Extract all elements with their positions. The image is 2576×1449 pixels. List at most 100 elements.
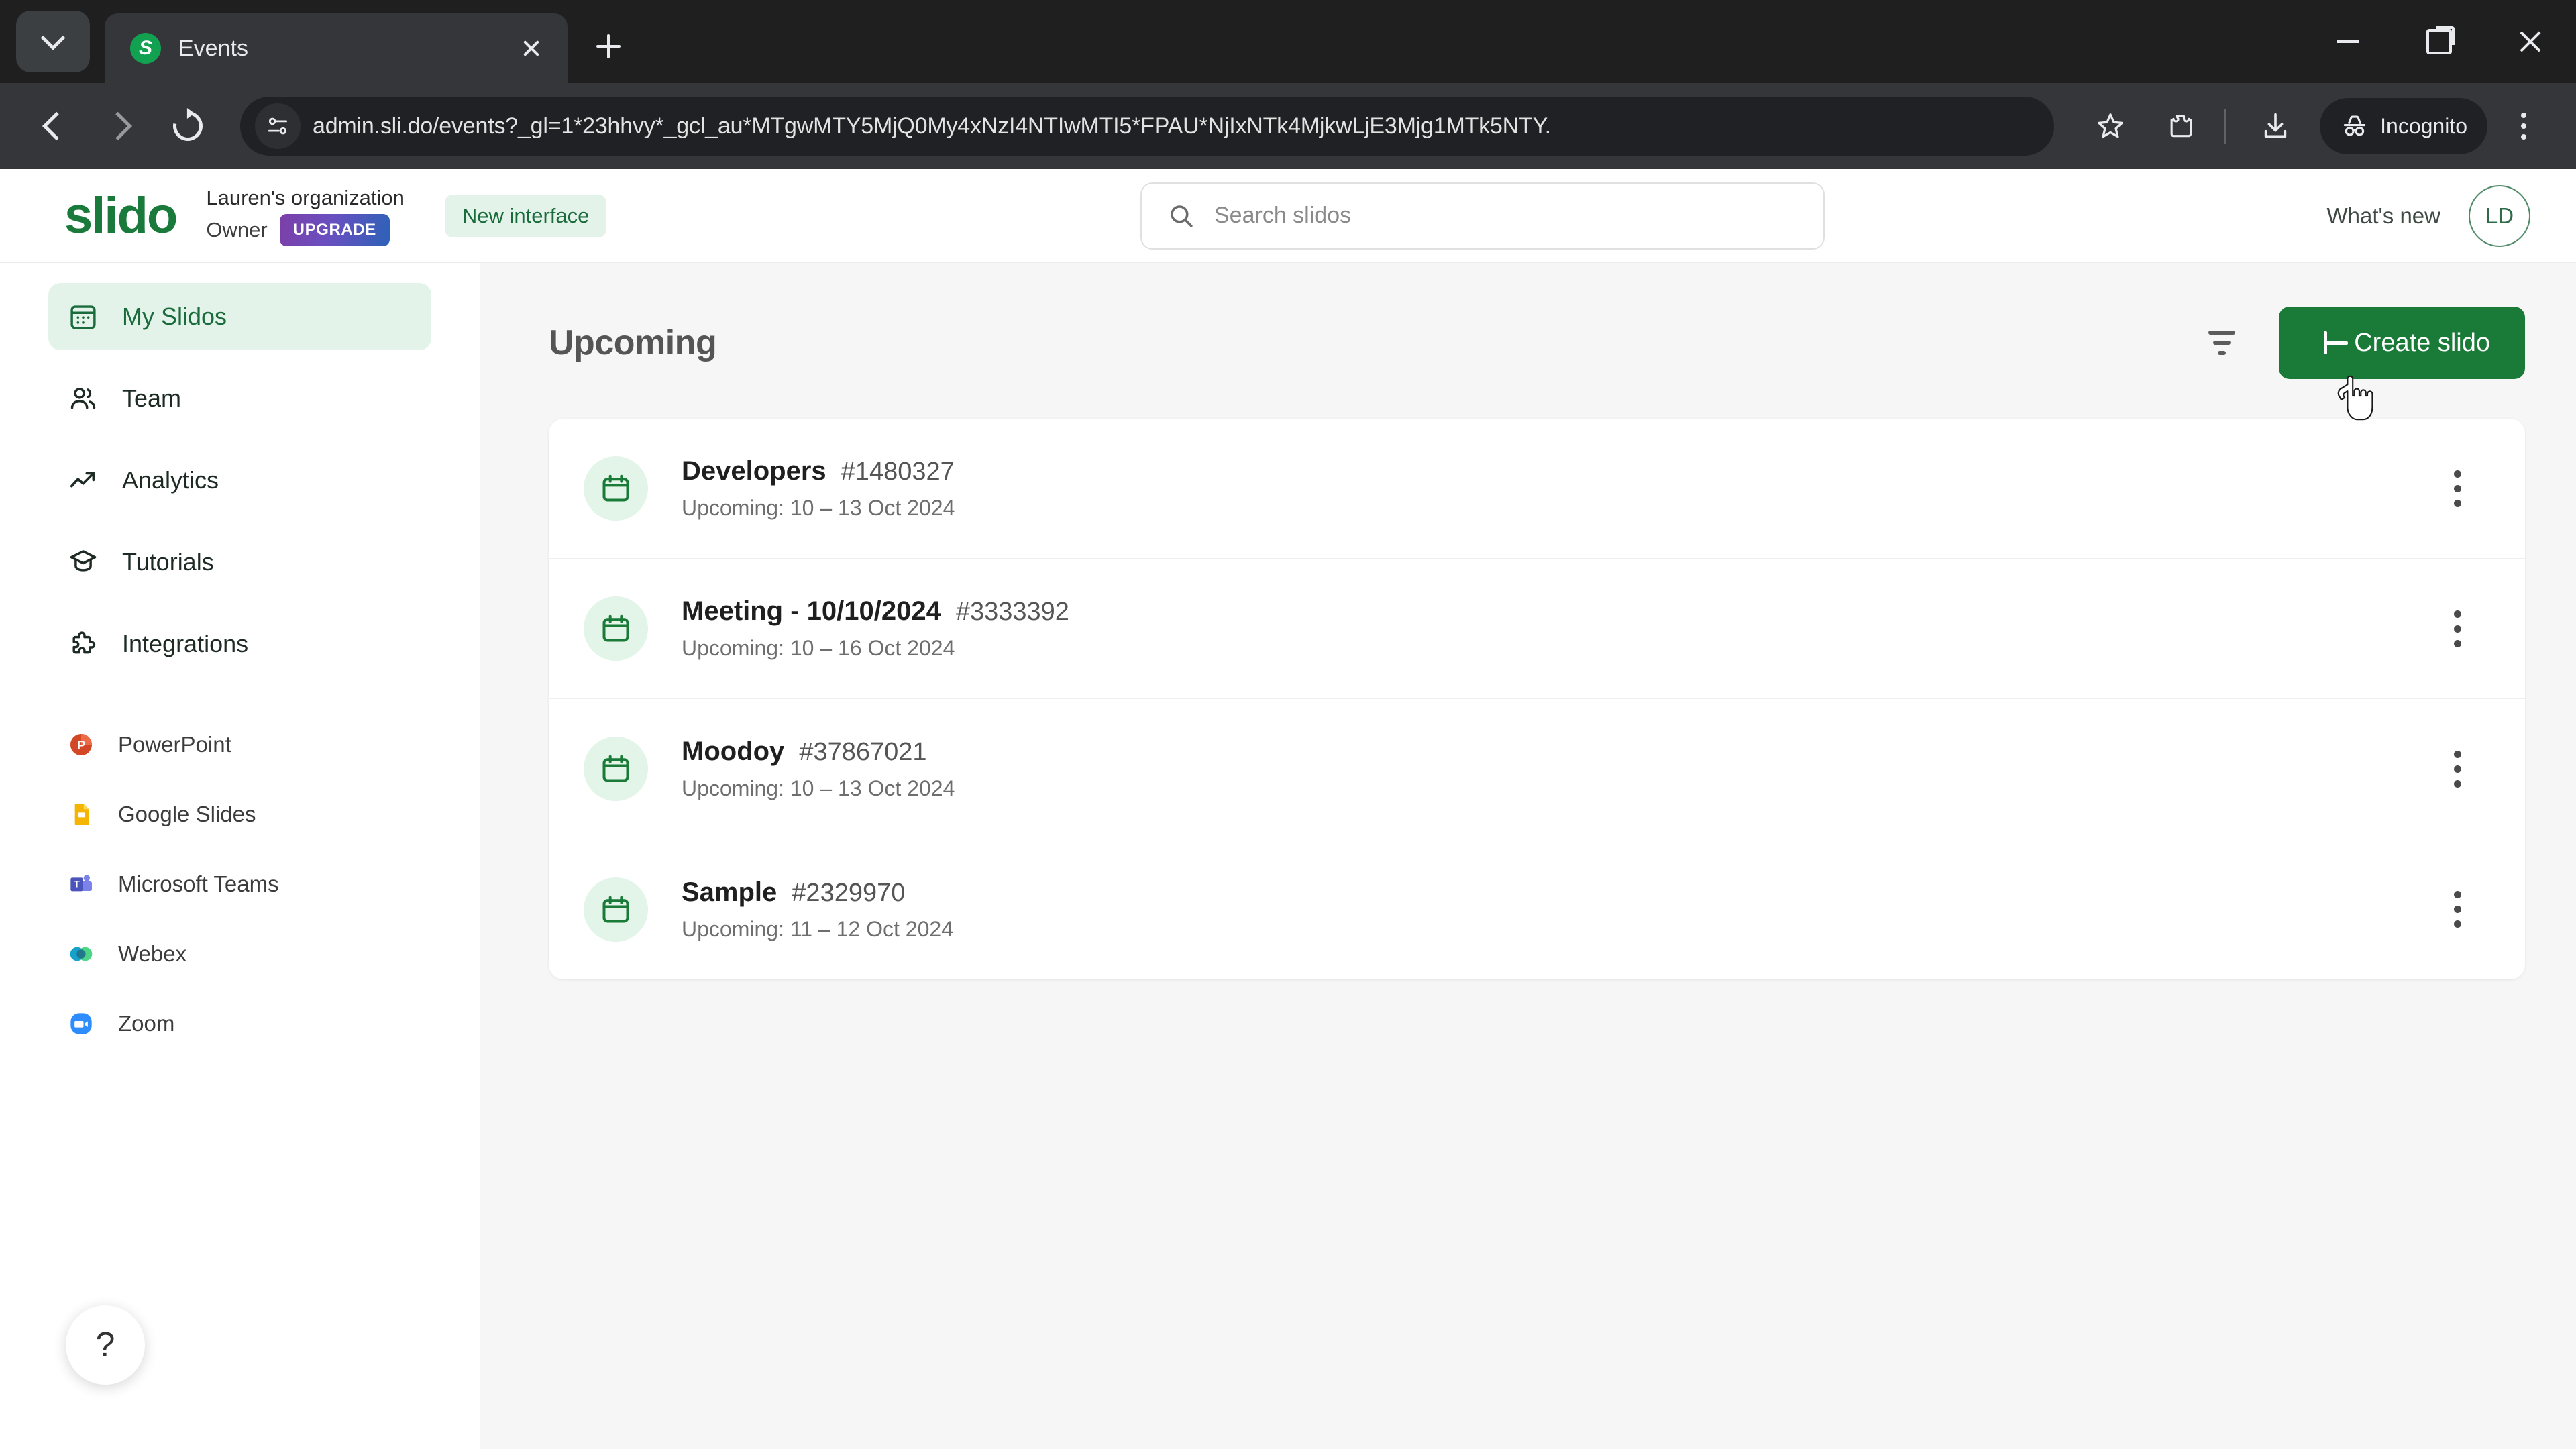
event-info: Developers #1480327 Upcoming: 10 – 13 Oc…: [682, 456, 955, 521]
event-info: Meeting - 10/10/2024 #3333392 Upcoming: …: [682, 596, 1069, 661]
people-icon: [67, 382, 99, 415]
sidebar-item-integrations[interactable]: Integrations: [48, 610, 431, 678]
browser-tab[interactable]: S Events: [105, 13, 568, 83]
new-tab-icon[interactable]: [584, 21, 633, 71]
address-bar[interactable]: admin.sli.do/events?_gl=1*23hhvy*_gcl_au…: [240, 97, 2055, 156]
plus-icon: [2314, 331, 2349, 354]
microsoft-teams-icon: T: [67, 870, 95, 898]
arrow-left-icon: [42, 111, 71, 141]
close-window-icon[interactable]: [2485, 0, 2576, 83]
sidebar-item-team[interactable]: Team: [48, 365, 431, 432]
event-code: #37867021: [799, 738, 927, 766]
reload-icon: [167, 105, 209, 147]
whats-new-button[interactable]: What's new: [2326, 203, 2440, 229]
incognito-label: Incognito: [2380, 113, 2467, 138]
organization-role: Owner: [206, 217, 268, 241]
event-status: Upcoming: 10 – 16 Oct 2024: [682, 636, 955, 660]
row-more-options-icon[interactable]: [2431, 462, 2483, 515]
tab-list-chevron-icon[interactable]: [16, 11, 90, 72]
event-status: Upcoming: 11 – 12 Oct 2024: [682, 916, 953, 941]
main-actions: Create slido: [2201, 307, 2525, 379]
sidebar-item-label: PowerPoint: [118, 732, 231, 757]
row-more-options-icon[interactable]: [2431, 602, 2483, 655]
graduation-cap-icon: [67, 546, 99, 578]
calendar-icon: [584, 596, 648, 661]
table-row[interactable]: Meeting - 10/10/2024 #3333392 Upcoming: …: [549, 559, 2525, 699]
sidebar-item-label: Analytics: [122, 466, 219, 494]
calendar-icon: [584, 737, 648, 801]
site-settings-icon[interactable]: [255, 103, 301, 149]
puzzle-piece-icon: [67, 628, 99, 660]
minimize-icon[interactable]: [2302, 0, 2394, 83]
page-body: My Slidos Team Analytics Tutorials Integ…: [0, 263, 2576, 1449]
sidebar-item-label: Google Slides: [118, 802, 256, 826]
main-content: Upcoming Create slido Developers #148032…: [480, 263, 2576, 1449]
filter-icon[interactable]: [2201, 322, 2243, 364]
table-row[interactable]: Sample #2329970 Upcoming: 11 – 12 Oct 20…: [549, 839, 2525, 979]
sidebar-item-tutorials[interactable]: Tutorials: [48, 529, 431, 596]
calendar-icon: [584, 456, 648, 521]
slido-favicon-icon: S: [130, 33, 161, 64]
reload-button[interactable]: [154, 93, 221, 160]
sidebar-item-analytics[interactable]: Analytics: [48, 447, 431, 514]
browser-window: S Events admin.sli.do/events?_gl=1*23hhv…: [0, 0, 2576, 1449]
sidebar-item-powerpoint[interactable]: P PowerPoint: [48, 710, 431, 780]
tab-title: Events: [178, 35, 248, 61]
row-more-options-icon[interactable]: [2431, 883, 2483, 936]
sidebar-item-microsoft-teams[interactable]: T Microsoft Teams: [48, 849, 431, 919]
event-info: Sample #2329970 Upcoming: 11 – 12 Oct 20…: [682, 877, 953, 942]
google-slides-icon: [67, 800, 95, 828]
trend-up-icon: [67, 464, 99, 496]
avatar[interactable]: LD: [2469, 184, 2530, 247]
app-header: slido Lauren's organization Owner UPGRAD…: [0, 169, 2576, 263]
event-code: #1480327: [841, 458, 955, 486]
organization-block: Lauren's organization Owner UPGRADE: [206, 185, 405, 246]
search-bar[interactable]: [1140, 182, 1825, 250]
bookmark-star-icon[interactable]: [2078, 94, 2143, 158]
event-code: #3333392: [955, 598, 1069, 626]
event-name: Sample: [682, 877, 777, 907]
event-code: #2329970: [792, 878, 906, 907]
event-status: Upcoming: 10 – 13 Oct 2024: [682, 776, 955, 800]
sidebar-item-label: Tutorials: [122, 548, 214, 576]
svg-text:P: P: [77, 738, 85, 752]
chrome-menu-icon[interactable]: [2491, 94, 2556, 158]
sidebar-item-webex[interactable]: Webex: [48, 919, 431, 989]
page-title: Upcoming: [549, 323, 717, 362]
sidebar-item-zoom[interactable]: Zoom: [48, 989, 431, 1059]
event-info: Moodoy #37867021 Upcoming: 10 – 13 Oct 2…: [682, 737, 955, 801]
sidebar-item-label: Zoom: [118, 1011, 175, 1036]
svg-text:T: T: [74, 879, 80, 890]
downloads-icon[interactable]: [2243, 94, 2308, 158]
maximize-icon[interactable]: [2394, 0, 2485, 83]
sidebar-item-label: Microsoft Teams: [118, 871, 279, 896]
integration-shortcuts: P PowerPoint Google Slides T Microsoft T…: [0, 710, 480, 1059]
sidebar-item-google-slides[interactable]: Google Slides: [48, 780, 431, 849]
incognito-icon: [2343, 115, 2366, 136]
create-slido-button[interactable]: Create slido: [2279, 307, 2525, 379]
sidebar-item-my-slidos[interactable]: My Slidos: [48, 283, 431, 350]
main-header: Upcoming Create slido: [549, 306, 2525, 380]
tab-strip: S Events: [0, 0, 2576, 83]
arrow-right-icon: [103, 111, 132, 141]
extensions-icon[interactable]: [2148, 94, 2212, 158]
search-input[interactable]: [1214, 203, 1798, 229]
upgrade-badge[interactable]: UPGRADE: [279, 213, 390, 246]
incognito-indicator[interactable]: Incognito: [2320, 98, 2487, 154]
table-row[interactable]: Moodoy #37867021 Upcoming: 10 – 13 Oct 2…: [549, 699, 2525, 839]
close-tab-icon[interactable]: [513, 30, 550, 67]
help-button[interactable]: ?: [66, 1305, 145, 1385]
calendar-grid-icon: [67, 301, 99, 333]
back-button[interactable]: [20, 93, 87, 160]
sidebar: My Slidos Team Analytics Tutorials Integ…: [0, 263, 480, 1449]
table-row[interactable]: Developers #1480327 Upcoming: 10 – 13 Oc…: [549, 419, 2525, 559]
search-icon: [1171, 205, 1193, 227]
forward-button[interactable]: [87, 93, 154, 160]
slido-logo[interactable]: slido: [64, 190, 178, 241]
new-interface-button[interactable]: New interface: [444, 194, 607, 237]
organization-name: Lauren's organization: [206, 186, 405, 210]
event-name: Developers: [682, 456, 826, 486]
create-slido-label: Create slido: [2354, 328, 2490, 357]
sidebar-item-label: My Slidos: [122, 303, 227, 330]
row-more-options-icon[interactable]: [2431, 743, 2483, 795]
